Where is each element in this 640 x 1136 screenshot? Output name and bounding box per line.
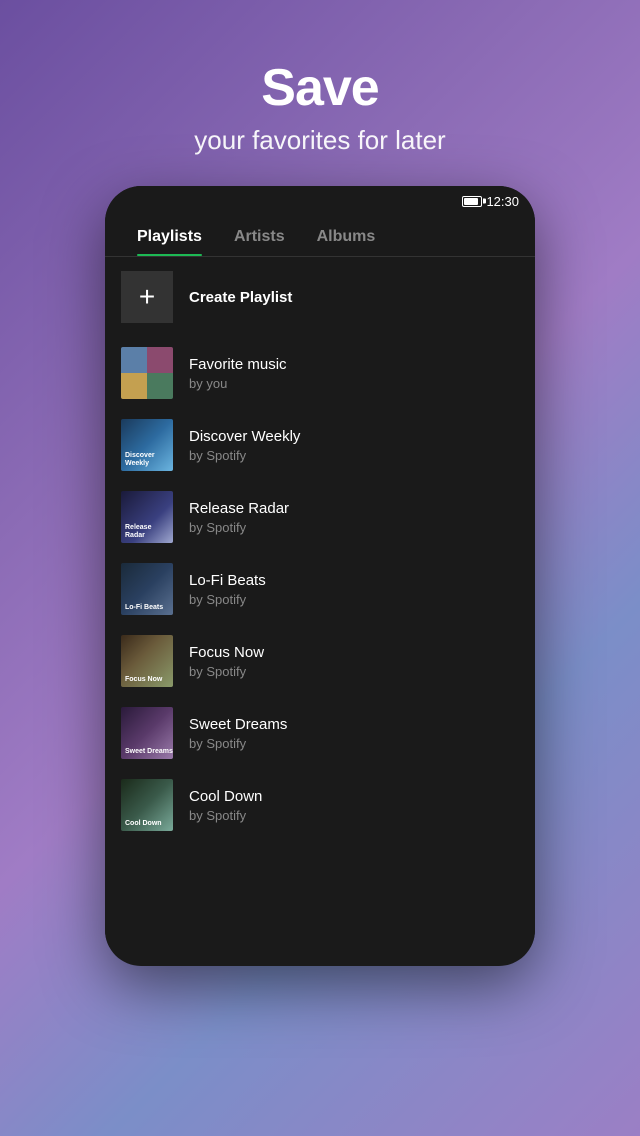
hero-subtitle: your favorites for later — [20, 125, 620, 156]
phone-frame: 12:30 Playlists Artists Albums + Create … — [105, 186, 535, 966]
tab-albums[interactable]: Albums — [301, 216, 392, 256]
tab-playlists[interactable]: Playlists — [121, 216, 218, 256]
playlist-info: Discover Weekly by Spotify — [189, 428, 300, 463]
playlist-author: by Spotify — [189, 808, 262, 823]
playlist-list: + Create Playlist Favorite music by you — [105, 257, 535, 947]
status-bar: 12:30 — [105, 186, 535, 216]
playlist-name: Sweet Dreams — [189, 716, 287, 733]
create-playlist-label: Create Playlist — [189, 289, 292, 306]
playlist-info: Lo-Fi Beats by Spotify — [189, 572, 266, 607]
tab-artists[interactable]: Artists — [218, 216, 301, 256]
create-playlist-button[interactable]: + Create Playlist — [105, 257, 535, 337]
playlist-thumb-focus: Focus Now — [121, 635, 173, 687]
list-item[interactable]: DiscoverWeekly Discover Weekly by Spotif… — [105, 409, 535, 481]
list-item[interactable]: ReleaseRadar Release Radar by Spotify — [105, 481, 535, 553]
playlist-author: by Spotify — [189, 520, 289, 535]
hero-section: Save your favorites for later — [0, 0, 640, 186]
playlist-name: Lo-Fi Beats — [189, 572, 266, 589]
playlist-info: Focus Now by Spotify — [189, 644, 264, 679]
playlist-name: Focus Now — [189, 644, 264, 661]
list-item[interactable]: Cool Down Cool Down by Spotify — [105, 769, 535, 841]
playlist-thumb-lofi: Lo-Fi Beats — [121, 563, 173, 615]
playlist-info: Favorite music by you — [189, 356, 287, 391]
list-item[interactable]: Favorite music by you — [105, 337, 535, 409]
playlist-info: Sweet Dreams by Spotify — [189, 716, 287, 751]
create-playlist-icon: + — [121, 271, 173, 323]
playlist-name: Cool Down — [189, 788, 262, 805]
battery-icon — [462, 196, 482, 207]
playlist-name: Release Radar — [189, 500, 289, 517]
playlist-author: by Spotify — [189, 736, 287, 751]
playlist-name: Discover Weekly — [189, 428, 300, 445]
playlist-author: by Spotify — [189, 592, 266, 607]
playlist-info: Cool Down by Spotify — [189, 788, 262, 823]
playlist-info: Release Radar by Spotify — [189, 500, 289, 535]
playlist-author: by you — [189, 376, 287, 391]
status-time: 12:30 — [486, 194, 519, 209]
list-item[interactable]: Sweet Dreams Sweet Dreams by Spotify — [105, 697, 535, 769]
playlist-author: by Spotify — [189, 448, 300, 463]
playlist-name: Favorite music — [189, 356, 287, 373]
list-item[interactable]: Focus Now Focus Now by Spotify — [105, 625, 535, 697]
playlist-thumb-favorite — [121, 347, 173, 399]
playlist-author: by Spotify — [189, 664, 264, 679]
playlist-thumb-radar: ReleaseRadar — [121, 491, 173, 543]
playlist-thumb-dreams: Sweet Dreams — [121, 707, 173, 759]
playlist-thumb-discover: DiscoverWeekly — [121, 419, 173, 471]
playlist-thumb-cooldown: Cool Down — [121, 779, 173, 831]
hero-title: Save — [20, 60, 620, 117]
tabs-bar: Playlists Artists Albums — [105, 216, 535, 257]
list-item[interactable]: Lo-Fi Beats Lo-Fi Beats by Spotify — [105, 553, 535, 625]
